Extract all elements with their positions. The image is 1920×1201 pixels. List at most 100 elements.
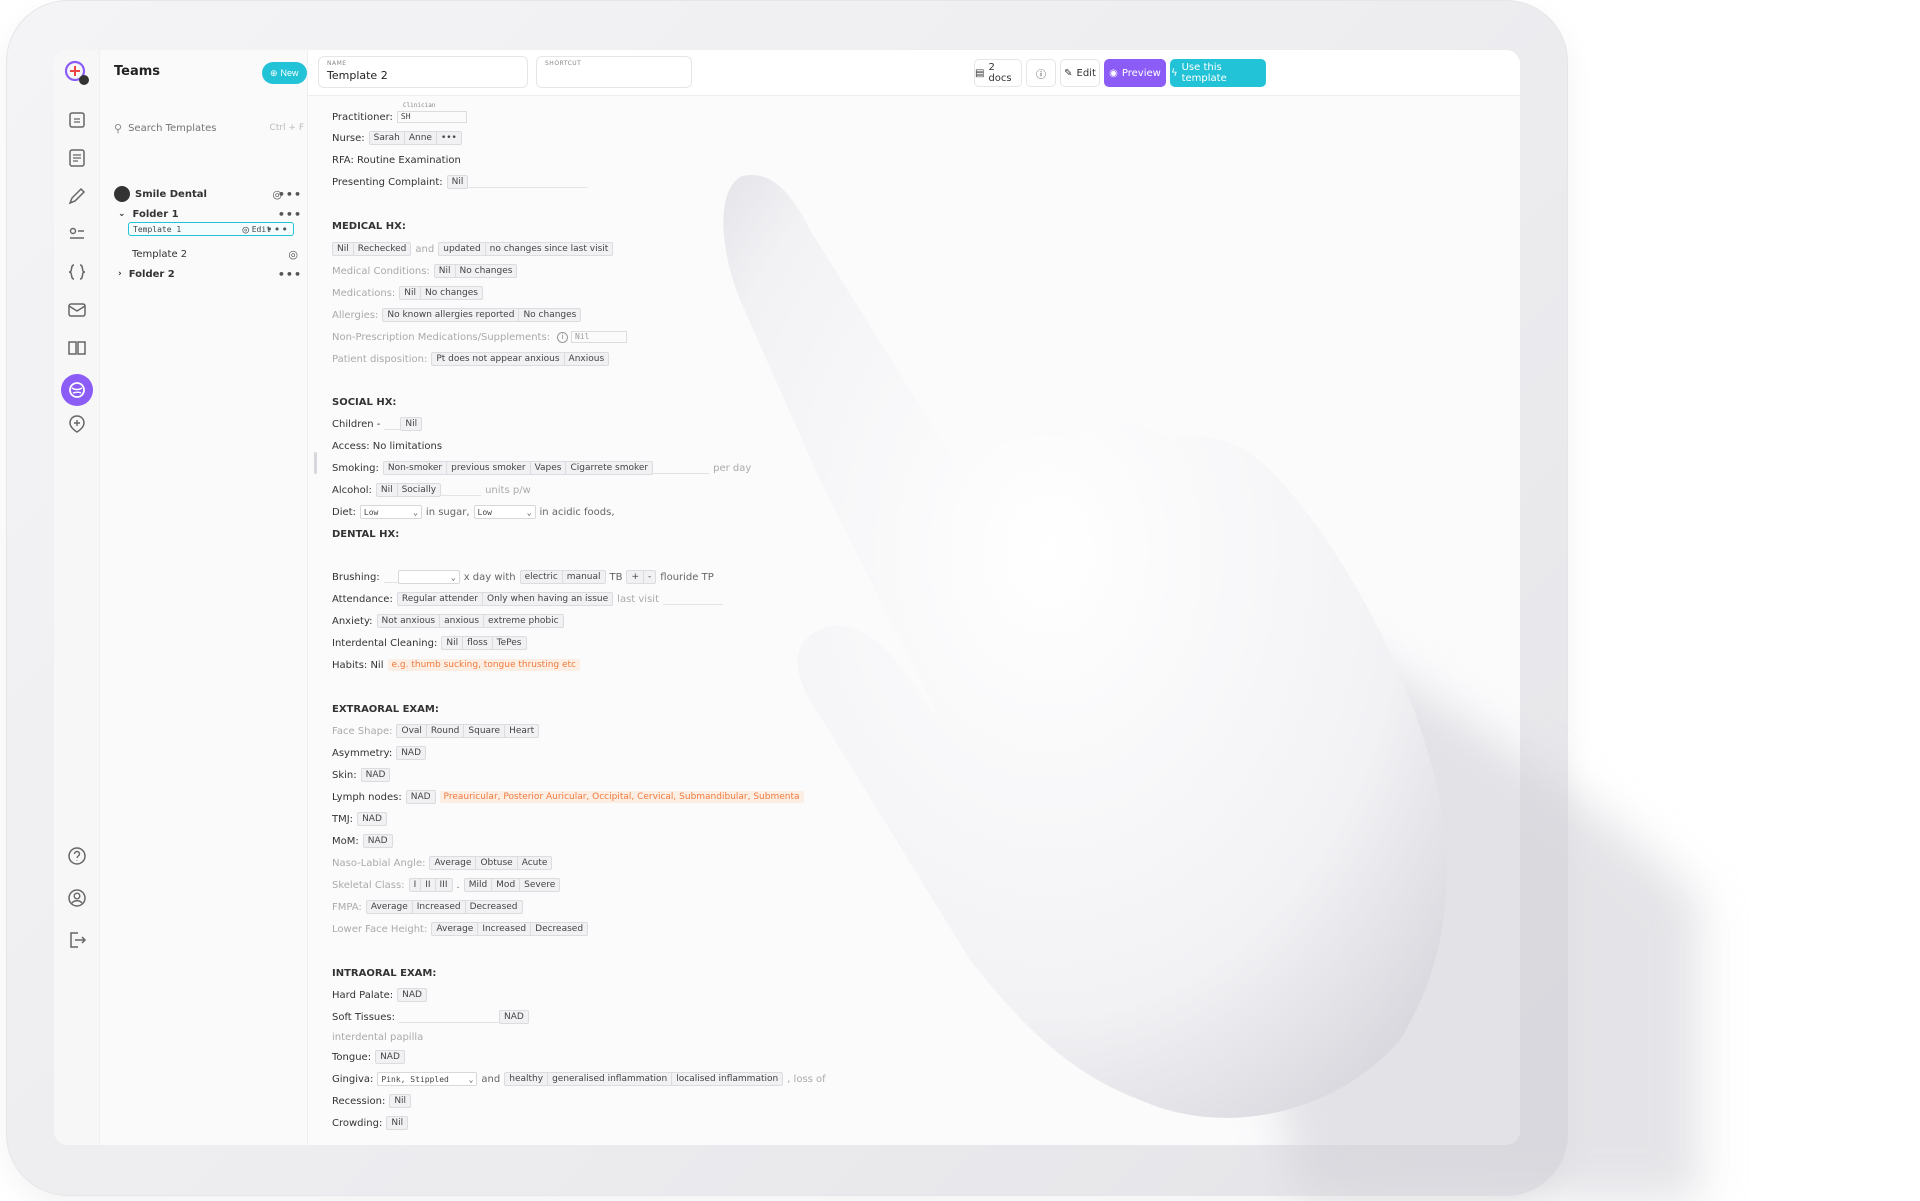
- use-template-button[interactable]: ϟ Use this template: [1170, 59, 1266, 87]
- share-icon[interactable]: ◎: [288, 248, 298, 261]
- text-field[interactable]: [383, 571, 398, 583]
- share-icon[interactable]: ◎: [242, 223, 249, 236]
- option-chip[interactable]: No changes: [421, 287, 482, 299]
- text-field[interactable]: SH: [396, 111, 467, 123]
- option-chip[interactable]: Sarah: [370, 132, 405, 144]
- option-chip[interactable]: Round: [427, 725, 465, 737]
- option-chip[interactable]: Acute: [518, 857, 552, 869]
- more-icon[interactable]: •••: [278, 268, 302, 281]
- dropdown-select[interactable]: ⌄: [397, 570, 460, 584]
- text-field[interactable]: [398, 1011, 499, 1023]
- option-chip[interactable]: Heart: [505, 725, 538, 737]
- option-chip[interactable]: Increased: [413, 901, 466, 913]
- option-chip[interactable]: •••: [437, 132, 461, 144]
- option-chip[interactable]: Obtuse: [476, 857, 518, 869]
- home-icon[interactable]: [65, 108, 89, 132]
- text-field[interactable]: [441, 484, 482, 496]
- option-chip[interactable]: NAD: [358, 813, 386, 825]
- plus-circle-icon[interactable]: [65, 412, 89, 436]
- list-icon[interactable]: [65, 222, 89, 246]
- option-chip[interactable]: NAD: [376, 1051, 404, 1063]
- option-chip[interactable]: electric: [521, 571, 563, 583]
- dropdown-select[interactable]: Low ⌄: [473, 505, 536, 519]
- dropdown-select[interactable]: Low ⌄: [359, 505, 422, 519]
- option-chip[interactable]: floss: [463, 637, 493, 649]
- option-chip[interactable]: Average: [432, 923, 479, 935]
- lymph-nodes-options[interactable]: Preauricular, Posterior Auricular, Occip…: [439, 791, 804, 803]
- folder-row[interactable]: ⌄ Folder 1 •••: [118, 204, 302, 224]
- option-chip[interactable]: Anne: [405, 132, 437, 144]
- option-chip[interactable]: I: [410, 879, 422, 891]
- sidebar-collapse-handle[interactable]: [314, 452, 317, 474]
- document-icon[interactable]: [65, 146, 89, 170]
- option-chip[interactable]: NAD: [397, 747, 425, 759]
- option-chip[interactable]: updated: [439, 243, 486, 255]
- option-chip[interactable]: Mild: [465, 879, 493, 891]
- name-field[interactable]: NAME Template 2: [318, 56, 528, 88]
- option-chip[interactable]: no changes since last visit: [486, 243, 613, 255]
- option-chip[interactable]: Pt does not appear anxious: [432, 353, 565, 365]
- search-input[interactable]: [128, 122, 239, 134]
- user-circle-icon[interactable]: [65, 886, 89, 910]
- option-chip[interactable]: Square: [464, 725, 506, 737]
- text-field[interactable]: [468, 176, 589, 188]
- option-chip[interactable]: Decreased: [531, 923, 587, 935]
- help-icon[interactable]: [65, 844, 89, 868]
- option-chip[interactable]: Severe: [520, 879, 559, 891]
- book-icon[interactable]: [65, 336, 89, 360]
- option-chip[interactable]: localised inflammation: [672, 1073, 782, 1085]
- option-chip[interactable]: II: [421, 879, 436, 891]
- option-chip[interactable]: generalised inflammation: [548, 1073, 673, 1085]
- option-chip[interactable]: Nil: [400, 287, 422, 299]
- option-chip[interactable]: Nil: [448, 176, 468, 188]
- option-chip[interactable]: Nil: [435, 265, 456, 277]
- option-chip[interactable]: Regular attender: [398, 593, 483, 605]
- option-chip[interactable]: Vapes: [531, 462, 567, 474]
- option-chip[interactable]: Only when having an issue: [483, 593, 612, 605]
- info-button[interactable]: ⓘ: [1026, 59, 1056, 87]
- option-chip[interactable]: Average: [430, 857, 477, 869]
- pen-icon[interactable]: [65, 184, 89, 208]
- option-chip[interactable]: Rechecked: [354, 243, 411, 255]
- templates-icon[interactable]: [61, 374, 93, 406]
- docs-button[interactable]: ▤ 2 docs: [974, 59, 1022, 87]
- option-chip[interactable]: TePes: [493, 637, 526, 649]
- option-chip[interactable]: NAD: [362, 769, 390, 781]
- option-chip[interactable]: NAD: [364, 835, 392, 847]
- option-chip[interactable]: No changes: [519, 309, 580, 321]
- option-chip[interactable]: Nil: [442, 637, 464, 649]
- option-chip[interactable]: Cigarrete smoker: [566, 462, 652, 474]
- folder-row[interactable]: › Folder 2 •••: [118, 264, 302, 284]
- option-chip[interactable]: Nil: [390, 1095, 410, 1107]
- option-chip[interactable]: Non-smoker: [384, 462, 448, 474]
- option-chip[interactable]: Decreased: [466, 901, 522, 913]
- option-chip[interactable]: Nil: [387, 1117, 407, 1129]
- practitioner-field[interactable]: Clinician SH: [396, 102, 467, 123]
- option-chip[interactable]: Nil: [401, 418, 421, 430]
- option-chip[interactable]: Not anxious: [378, 615, 441, 627]
- text-field[interactable]: [653, 462, 710, 474]
- option-chip[interactable]: -: [644, 571, 655, 583]
- template-row-selected[interactable]: Template 1 ◎ Edit •••: [128, 222, 294, 236]
- option-chip[interactable]: Socially: [398, 484, 441, 496]
- shortcut-field[interactable]: SHORTCUT: [536, 56, 692, 88]
- logout-icon[interactable]: [65, 928, 89, 952]
- option-chip[interactable]: No known allergies reported: [383, 309, 520, 321]
- option-chip[interactable]: Anxious: [565, 353, 609, 365]
- habits-hint[interactable]: e.g. thumb sucking, tongue thrusting etc: [387, 659, 581, 671]
- app-logo-icon[interactable]: [64, 60, 90, 86]
- option-chip[interactable]: extreme phobic: [484, 615, 563, 627]
- option-chip[interactable]: anxious: [440, 615, 485, 627]
- text-field[interactable]: Nil: [571, 331, 628, 343]
- option-chip[interactable]: previous smoker: [447, 462, 531, 474]
- text-field[interactable]: [663, 593, 723, 605]
- new-template-button[interactable]: ⊕ New: [262, 62, 307, 84]
- option-chip[interactable]: Mod: [492, 879, 521, 891]
- more-icon[interactable]: •••: [278, 208, 302, 221]
- option-chip[interactable]: Nil: [377, 484, 398, 496]
- option-chip[interactable]: +: [627, 571, 645, 583]
- option-chip[interactable]: No changes: [456, 265, 517, 277]
- option-chip[interactable]: manual: [563, 571, 605, 583]
- option-chip[interactable]: NAD: [398, 989, 426, 1001]
- option-chip[interactable]: Nil: [333, 243, 354, 255]
